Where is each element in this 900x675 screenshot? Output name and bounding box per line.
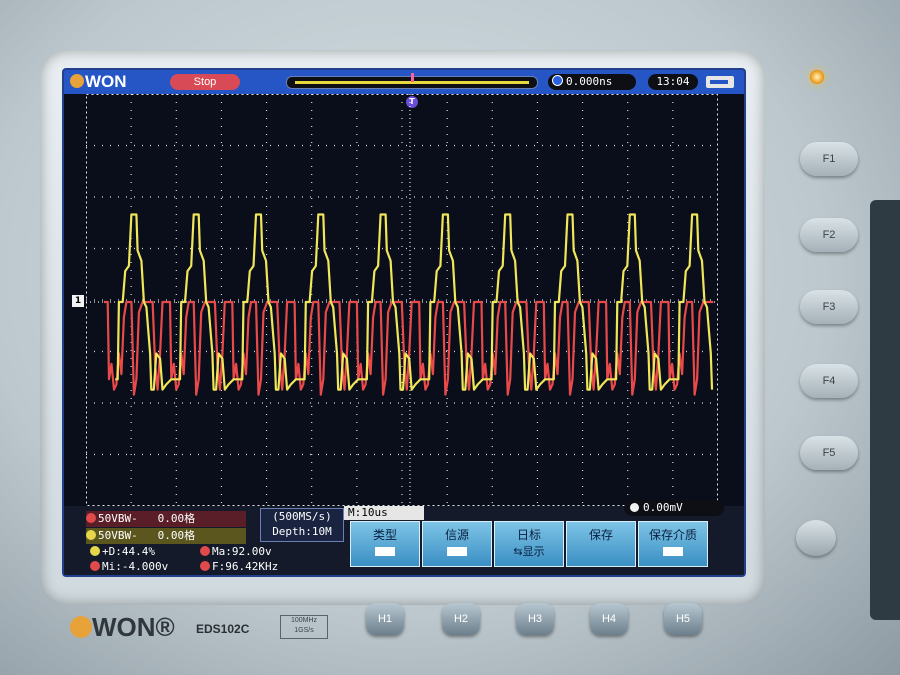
h5-button[interactable]: H5 xyxy=(664,603,702,635)
run-state-badge: Stop xyxy=(170,74,240,90)
menu-off-button[interactable] xyxy=(796,520,836,556)
f4-button[interactable]: F4 xyxy=(800,364,858,398)
front-brand-logo: WON® xyxy=(70,612,175,643)
usb-icon xyxy=(706,76,734,88)
ch1-waveform xyxy=(104,300,714,396)
brand-o-icon xyxy=(70,616,92,638)
menu-type[interactable]: 类型 xyxy=(350,521,420,567)
timebase-readout: M:10us xyxy=(344,506,424,520)
h2-button[interactable]: H2 xyxy=(442,603,480,635)
waveform-svg xyxy=(86,94,718,506)
ch1-dot-icon xyxy=(86,513,96,523)
memory-depth: Depth:10M xyxy=(272,525,332,538)
side-panel xyxy=(870,200,900,620)
menu-save-media[interactable]: 保存介质 xyxy=(638,521,708,567)
trigger-marker xyxy=(411,73,414,82)
ch1-ground-marker: 1 xyxy=(72,295,84,307)
h3-button[interactable]: H3 xyxy=(516,603,554,635)
trigger-edge-icon xyxy=(630,503,639,512)
menu-value-box xyxy=(447,547,467,556)
sample-rate: (500MS/s) xyxy=(272,510,332,523)
f2-button[interactable]: F2 xyxy=(800,218,858,252)
time-offset-readout: 0.000ns xyxy=(548,74,636,90)
meas-dot-icon xyxy=(90,561,100,571)
menu-source[interactable]: 信源 xyxy=(422,521,492,567)
acquisition-info: (500MS/s) Depth:10M xyxy=(260,508,344,542)
ch2-readout: 50VBW- 0.00格 xyxy=(86,528,246,544)
trigger-level-readout: 0.00mV xyxy=(624,500,724,516)
menu-save[interactable]: 保存 xyxy=(566,521,636,567)
menu-value-box xyxy=(375,547,395,556)
status-bar: WON Stop 0.000ns 13:04 xyxy=(64,70,744,94)
h1-button[interactable]: H1 xyxy=(366,603,404,635)
ch1-readout: 50VBW- 0.00格 xyxy=(86,511,246,527)
menu-target[interactable]: 日标 ⇆显示 xyxy=(494,521,564,567)
meas-dot-icon xyxy=(200,546,210,556)
f3-button[interactable]: F3 xyxy=(800,290,858,324)
menu-value-box xyxy=(663,547,683,556)
h4-button[interactable]: H4 xyxy=(590,603,628,635)
clock: 13:04 xyxy=(648,74,698,90)
ch2-dot-icon xyxy=(86,530,96,540)
f1-button[interactable]: F1 xyxy=(800,142,858,176)
meas-max: Ma:92.00v xyxy=(200,544,360,559)
logo-o-icon xyxy=(70,74,84,88)
spec-badge: 100MHz 1GS/s xyxy=(280,615,328,639)
trigger-position-bar xyxy=(286,73,538,89)
screen-logo: WON xyxy=(70,72,127,92)
trigger-time-icon xyxy=(552,75,563,86)
display-screen: WON Stop 0.000ns 13:04 T 1 50VBW- 0.00格 … xyxy=(62,68,746,577)
meas-dot-icon xyxy=(200,561,210,571)
meas-freq: F:96.42KHz xyxy=(200,559,360,574)
meas-dot-icon xyxy=(90,546,100,556)
f5-button[interactable]: F5 xyxy=(800,436,858,470)
model-label: EDS102C xyxy=(196,622,250,636)
power-led xyxy=(810,70,824,84)
waveform-area xyxy=(86,94,718,506)
